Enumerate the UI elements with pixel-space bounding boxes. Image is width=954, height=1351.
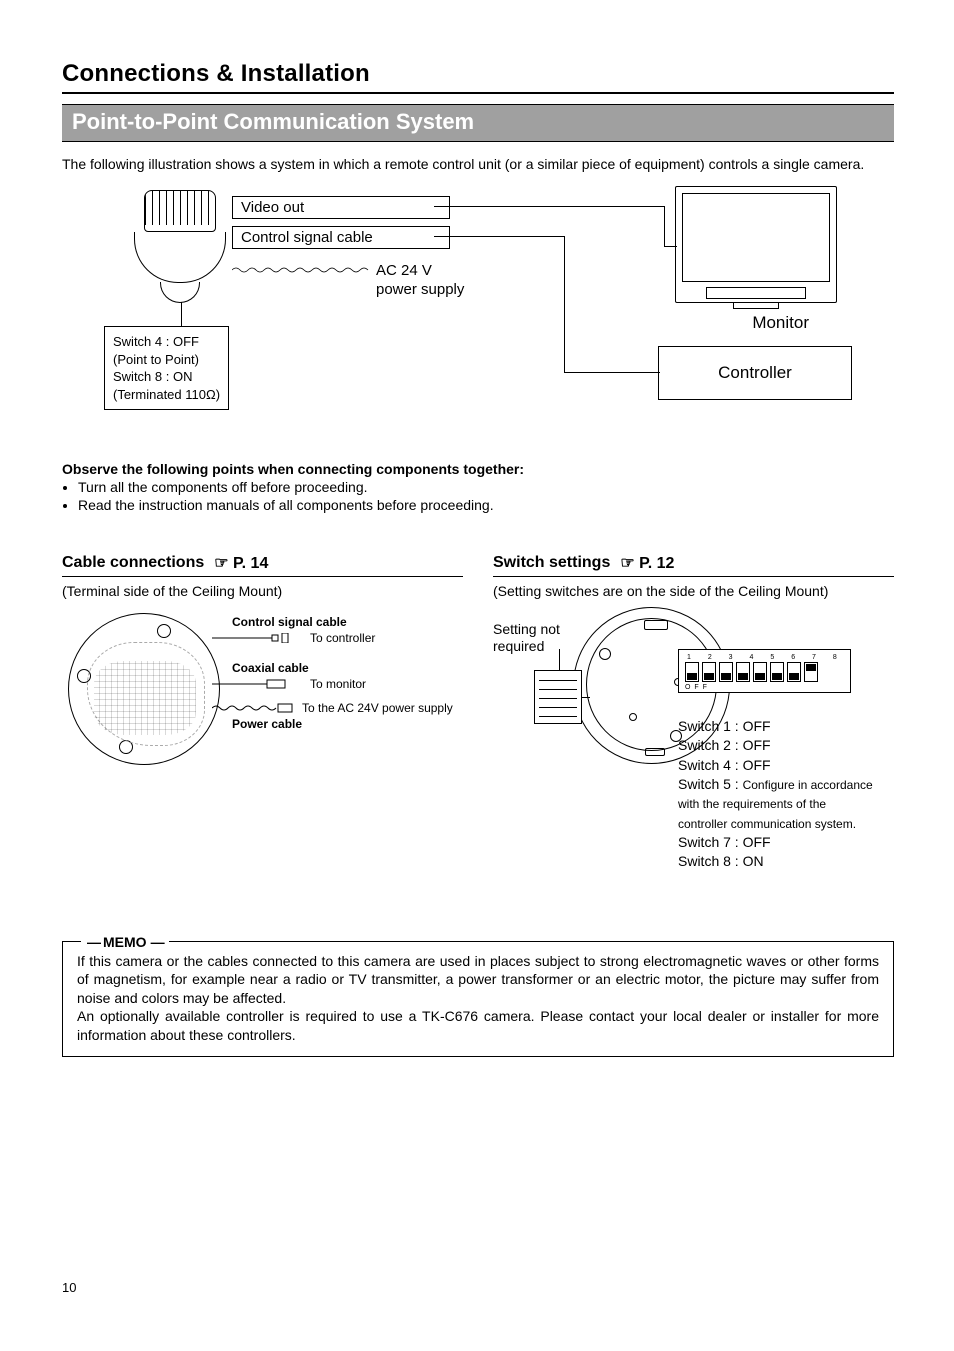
switch-callout-box: Switch 4 : OFF (Point to Point) Switch 8… bbox=[104, 326, 229, 410]
label-coaxial-cable: Coaxial cable bbox=[232, 661, 309, 675]
label-power-supply: power supply bbox=[376, 281, 464, 298]
observe-heading: Observe the following points when connec… bbox=[62, 461, 894, 477]
label-control-signal: Control signal cable bbox=[232, 226, 450, 249]
label-part: required bbox=[493, 638, 544, 654]
dip-numbers: 1 2 3 4 5 6 7 8 bbox=[685, 654, 844, 661]
cable-illustration: Control signal cable To controller Coaxi… bbox=[62, 607, 462, 777]
label-to-ac-supply: To the AC 24V power supply bbox=[302, 701, 453, 715]
memo-label: MEMO bbox=[81, 933, 169, 951]
cable-heading: Cable connections bbox=[62, 554, 204, 572]
intro-text: The following illustration shows a syste… bbox=[62, 156, 894, 172]
switch-heading: Switch settings bbox=[493, 554, 610, 572]
switch-item: Switch 2 : OFF bbox=[678, 736, 878, 755]
memo-paragraph: An optionally available controller is re… bbox=[77, 1008, 879, 1042]
cable-subtext: (Terminal side of the Ceiling Mount) bbox=[62, 583, 463, 599]
sub-banner-text: Point-to-Point Communication System bbox=[72, 109, 474, 134]
dip-off-label: O F F bbox=[685, 684, 844, 691]
ceiling-mount-icon bbox=[68, 613, 220, 765]
switch-callout-l4: (Terminated 110Ω) bbox=[113, 386, 220, 404]
section-heading: Connections & Installation bbox=[62, 60, 894, 94]
observe-list: Turn all the components off before proce… bbox=[62, 479, 894, 513]
cable-ref-icon: ☞ P. 14 bbox=[214, 553, 268, 573]
camera-icon bbox=[132, 190, 227, 300]
monitor-stand-icon bbox=[733, 302, 779, 309]
switch-settings-list: Switch 1 : OFF Switch 2 : OFF Switch 4 :… bbox=[678, 717, 878, 872]
switch-callout-l1: Switch 4 : OFF bbox=[113, 333, 220, 351]
label-controller: Controller bbox=[718, 363, 792, 383]
switch-item: Switch 4 : OFF bbox=[678, 756, 878, 775]
system-diagram: Video out Control signal cable AC 24 V p… bbox=[62, 186, 897, 421]
label-to-monitor: To monitor bbox=[310, 677, 366, 691]
switch-callout-l3: Switch 8 : ON bbox=[113, 368, 220, 386]
dip-switch-large-icon: 1 2 3 4 5 6 7 8 O F F bbox=[678, 649, 851, 693]
memo-box: MEMO If this camera or the cables connec… bbox=[62, 941, 894, 1057]
label-control-signal-cable: Control signal cable bbox=[232, 615, 347, 629]
page-number: 10 bbox=[62, 1280, 76, 1295]
label-setting-not-required: Setting not required bbox=[493, 621, 560, 655]
label-ac24v: AC 24 V bbox=[376, 262, 432, 279]
controller-box: Controller bbox=[658, 346, 852, 400]
switch-item: Switch 1 : OFF bbox=[678, 717, 878, 736]
memo-label-text: MEMO bbox=[103, 934, 147, 950]
switch-item: Switch 7 : OFF bbox=[678, 833, 878, 852]
observe-item: Read the instruction manuals of all comp… bbox=[78, 497, 894, 513]
label-to-controller: To controller bbox=[310, 631, 375, 645]
label-power-cable: Power cable bbox=[232, 717, 302, 731]
cable-stub-icon bbox=[212, 633, 302, 643]
switch-item-label: Switch 5 : bbox=[678, 776, 739, 792]
switch-ref-icon: ☞ P. 12 bbox=[620, 553, 674, 573]
switch-item: Switch 8 : ON bbox=[678, 852, 878, 871]
switch-item: Switch 5 : Configure in accordance with … bbox=[678, 775, 878, 833]
label-video-out: Video out bbox=[232, 196, 450, 219]
label-part: Setting not bbox=[493, 621, 560, 637]
memo-paragraph: If this camera or the cables connected t… bbox=[77, 953, 879, 1006]
coil-cable-icon bbox=[232, 266, 372, 274]
observe-item: Turn all the components off before proce… bbox=[78, 479, 894, 495]
switch-callout-l2: (Point to Point) bbox=[113, 351, 220, 369]
monitor-icon bbox=[675, 186, 837, 303]
sub-banner: Point-to-Point Communication System bbox=[62, 104, 894, 142]
cable-stub-icon bbox=[212, 679, 302, 689]
switch-subtext: (Setting switches are on the side of the… bbox=[493, 583, 894, 599]
dip-switch-small-icon bbox=[534, 670, 582, 724]
switch-illustration: Setting not required 1 2 3 4 5 6 7 8 bbox=[493, 607, 893, 907]
label-monitor: Monitor bbox=[752, 313, 809, 333]
coil-cable-icon bbox=[212, 703, 312, 713]
